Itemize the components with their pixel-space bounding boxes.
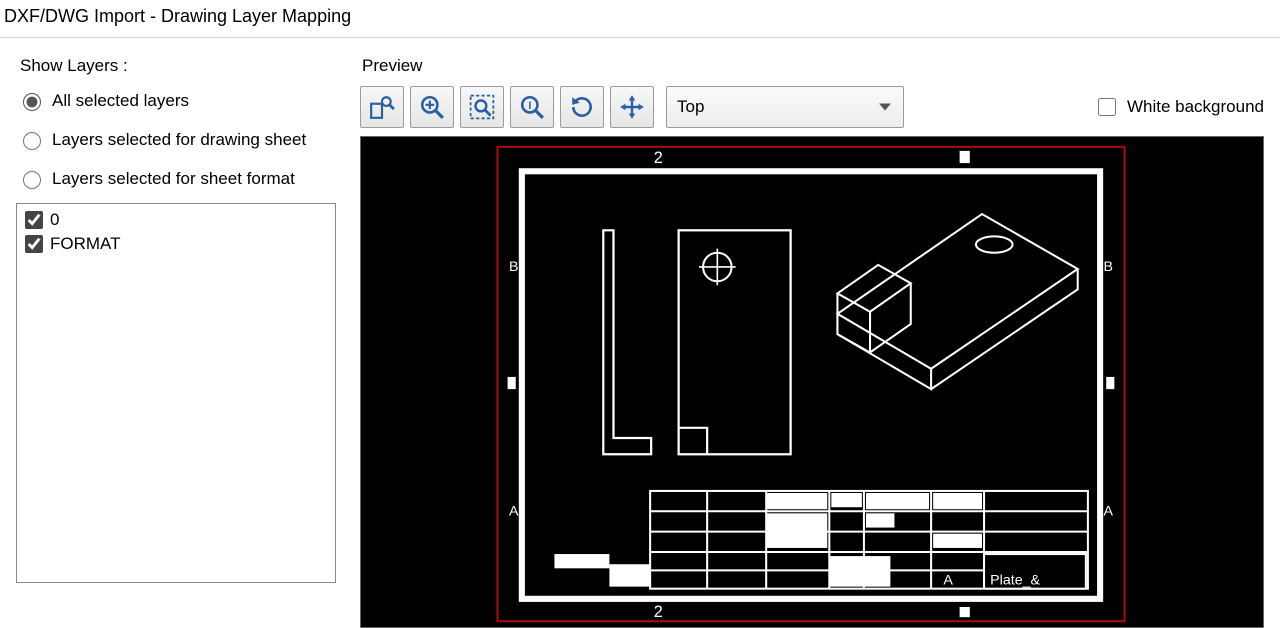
- preview-label: Preview: [362, 56, 1264, 76]
- radio-layers-sheet-format[interactable]: Layers selected for sheet format: [18, 168, 336, 189]
- layer-row-format[interactable]: FORMAT: [21, 232, 331, 256]
- radio-layers-sheet-format-label: Layers selected for sheet format: [52, 169, 295, 189]
- radio-layers-sheet-format-input[interactable]: [23, 171, 41, 189]
- zoom-in-icon: [419, 94, 445, 120]
- side-letter-right-b: B: [1103, 259, 1113, 275]
- layer-row-0[interactable]: 0: [21, 208, 331, 232]
- zoom-fit-button[interactable]: I: [510, 86, 554, 128]
- ruler-top-number: 2: [654, 149, 663, 167]
- preview-toolbar: I: [360, 86, 1264, 136]
- view-orientation-dropdown[interactable]: Top: [666, 86, 904, 128]
- radio-layers-drawing-sheet-input[interactable]: [23, 132, 41, 150]
- layer-name-0: 0: [50, 209, 59, 231]
- zoom-area-button[interactable]: [360, 86, 404, 128]
- preview-drawing: 2 2 B B A A: [361, 137, 1263, 627]
- layer-check-format[interactable]: [25, 235, 43, 253]
- white-background-option[interactable]: White background: [1094, 95, 1264, 119]
- layer-name-format: FORMAT: [50, 233, 121, 255]
- svg-text:I: I: [528, 100, 531, 112]
- refresh-button[interactable]: [560, 86, 604, 128]
- zoom-window-icon: [469, 94, 495, 120]
- layer-check-0[interactable]: [25, 211, 43, 229]
- dialog-root: DXF/DWG Import - Drawing Layer Mapping S…: [0, 0, 1280, 628]
- dialog-title: DXF/DWG Import - Drawing Layer Mapping: [0, 0, 1280, 38]
- content-area: Show Layers : All selected layers Layers…: [0, 38, 1280, 628]
- white-background-label: White background: [1127, 97, 1264, 117]
- zoom-window-button[interactable]: [460, 86, 504, 128]
- pan-button[interactable]: [610, 86, 654, 128]
- zoom-fit-icon: I: [519, 94, 545, 120]
- refresh-icon: [569, 94, 595, 120]
- right-pane: Preview: [360, 56, 1264, 628]
- radio-all-selected-layers-label: All selected layers: [52, 91, 189, 111]
- zoom-area-icon: [369, 94, 395, 120]
- side-letter-left-b: B: [509, 259, 519, 275]
- radio-all-selected-layers[interactable]: All selected layers: [18, 90, 336, 111]
- radio-layers-drawing-sheet-label: Layers selected for drawing sheet: [52, 130, 306, 150]
- show-layers-label: Show Layers :: [20, 56, 336, 76]
- radio-layers-drawing-sheet[interactable]: Layers selected for drawing sheet: [18, 129, 336, 150]
- ruler-bottom-number: 2: [654, 603, 663, 621]
- view-orientation-value: Top: [677, 97, 704, 117]
- preview-canvas[interactable]: 2 2 B B A A: [360, 136, 1264, 628]
- radio-all-selected-layers-input[interactable]: [23, 93, 41, 111]
- layer-list[interactable]: 0 FORMAT: [16, 203, 336, 583]
- left-pane: Show Layers : All selected layers Layers…: [16, 56, 336, 628]
- titleblock-letter-a: A: [943, 573, 953, 589]
- titleblock-drawing-name: Plate_&: [990, 573, 1040, 589]
- pan-icon: [619, 94, 645, 120]
- side-letter-right-a: A: [1103, 503, 1113, 519]
- white-background-checkbox[interactable]: [1098, 98, 1116, 116]
- side-letter-left-a: A: [509, 503, 519, 519]
- zoom-in-button[interactable]: [410, 86, 454, 128]
